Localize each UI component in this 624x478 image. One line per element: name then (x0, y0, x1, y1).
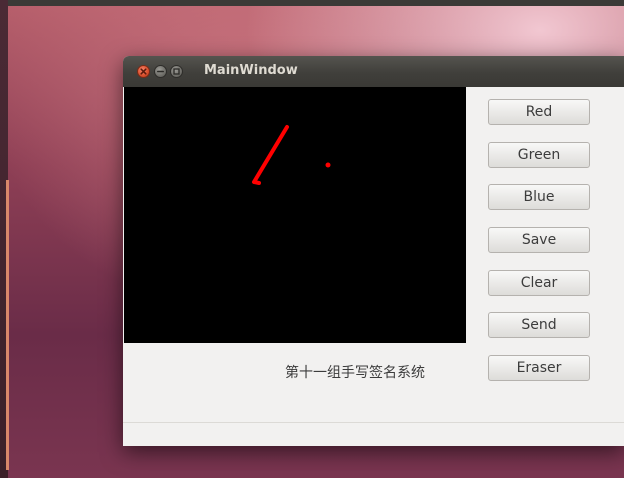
launcher-edge (6, 180, 9, 470)
close-icon (140, 68, 147, 75)
ink-stroke (252, 125, 289, 185)
window-title: MainWindow (204, 63, 298, 78)
drawing-canvas[interactable] (124, 87, 466, 343)
signature-strokes (252, 125, 331, 185)
window-titlebar[interactable]: MainWindow (123, 56, 624, 87)
save-button[interactable]: Save (488, 227, 590, 253)
minimize-icon (157, 70, 164, 73)
red-button[interactable]: Red (488, 99, 590, 125)
eraser-button[interactable]: Eraser (488, 355, 590, 381)
status-bar-divider (123, 422, 624, 423)
clear-button[interactable]: Clear (488, 270, 590, 296)
ink-dot (325, 162, 331, 168)
send-button[interactable]: Send (488, 312, 590, 338)
green-button[interactable]: Green (488, 142, 590, 168)
maximize-button[interactable] (170, 65, 183, 78)
top-panel (0, 0, 624, 6)
maximize-icon (173, 68, 180, 75)
blue-button[interactable]: Blue (488, 184, 590, 210)
minimize-button[interactable] (154, 65, 167, 78)
close-button[interactable] (137, 65, 150, 78)
main-window: MainWindow Red Green Blue Save Clear Sen… (123, 56, 624, 446)
system-label: 第十一组手写签名系统 (285, 365, 425, 381)
